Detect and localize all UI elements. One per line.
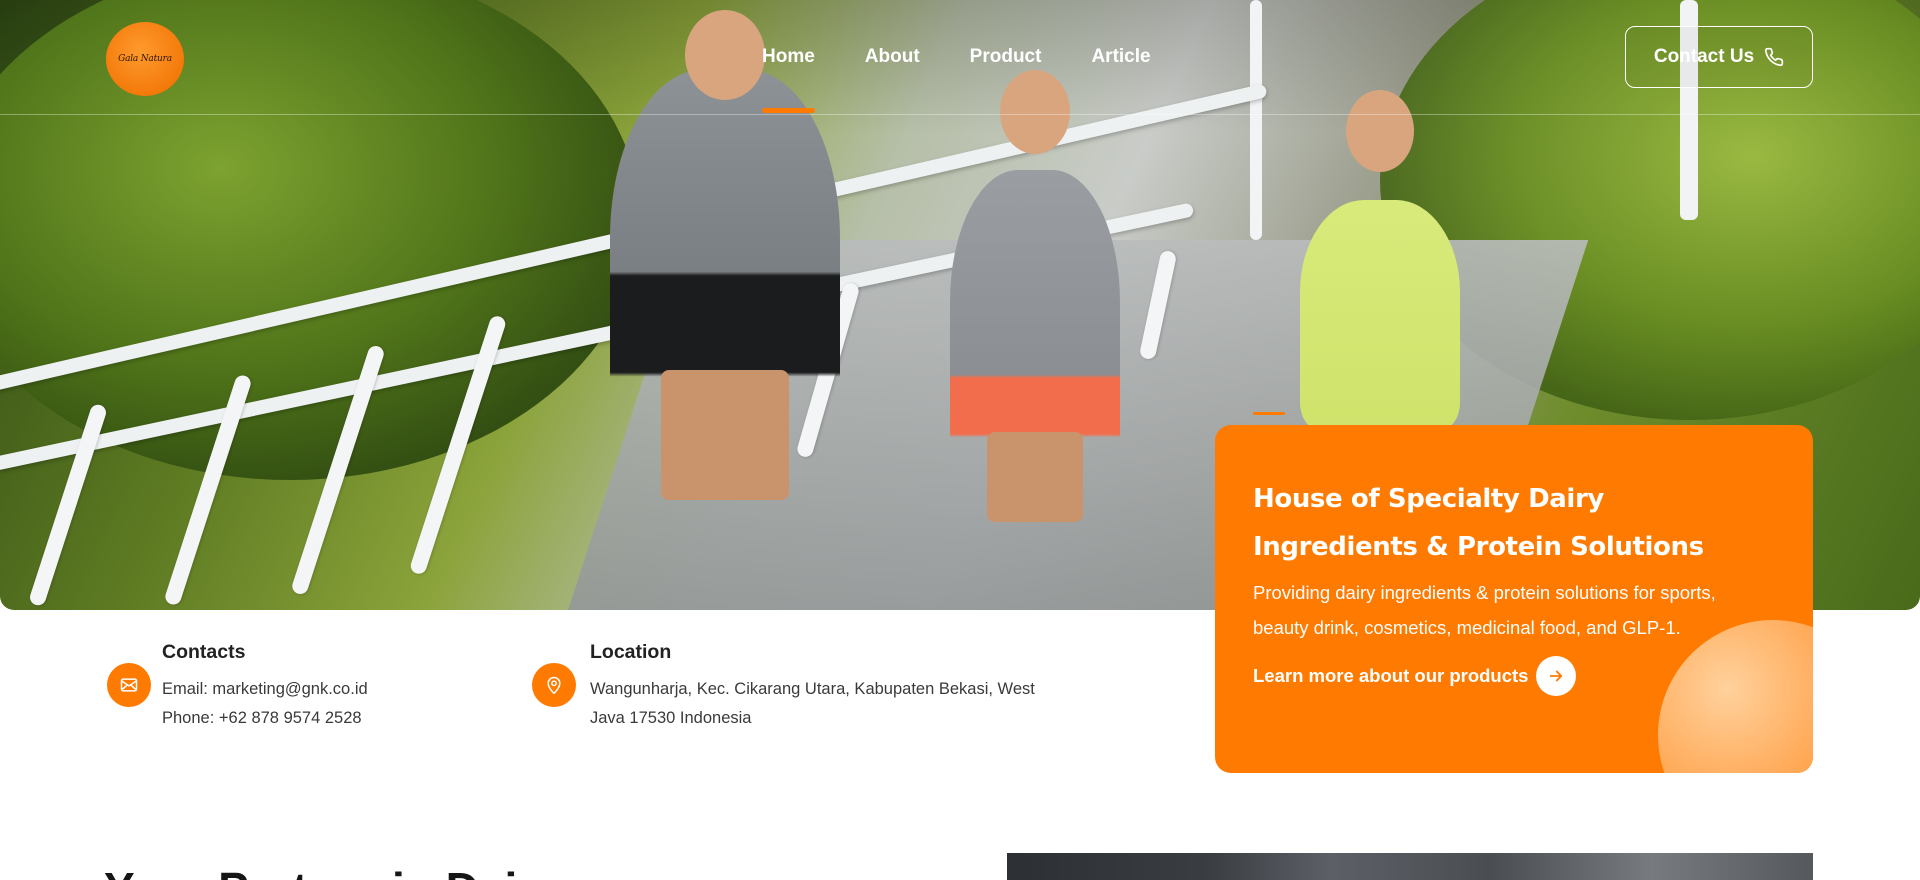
- nav-item-product[interactable]: Product: [970, 46, 1042, 68]
- hero-card-description: Providing dairy ingredients & protein so…: [1253, 582, 1716, 638]
- hero-runner-woman-right: [1300, 90, 1460, 430]
- nav-item-home[interactable]: Home: [762, 46, 815, 113]
- hero-railing-post: [27, 402, 109, 608]
- learn-more-link[interactable]: Learn more about our products: [1253, 656, 1775, 696]
- hero-card-title-line1: House of Specialty Dairy: [1253, 484, 1604, 514]
- hero-card-title-line2: Ingredients & Protein Solutions: [1253, 532, 1704, 562]
- location-address: Wangunharja, Kec. Cikarang Utara, Kabupa…: [590, 675, 1035, 733]
- main-nav: Home About Product Article: [762, 46, 1201, 113]
- location-title: Location: [590, 641, 672, 663]
- location-line2: Java 17530 Indonesia: [590, 709, 752, 727]
- mail-icon: [107, 663, 151, 707]
- location-line1: Wangunharja, Kec. Cikarang Utara, Kabupa…: [590, 680, 1035, 698]
- contact-us-button[interactable]: Contact Us: [1625, 26, 1813, 88]
- contact-email[interactable]: Email: marketing@gnk.co.id: [162, 675, 368, 704]
- arrow-right-icon[interactable]: [1536, 656, 1577, 696]
- slide-indicator[interactable]: [1253, 412, 1285, 415]
- phone-icon: [1764, 47, 1784, 67]
- hero-card-title: House of Specialty Dairy Ingredients & P…: [1253, 475, 1775, 571]
- hero-info-card: House of Specialty Dairy Ingredients & P…: [1215, 425, 1813, 773]
- brand-logo-text: Gala Natura: [118, 54, 172, 64]
- contacts-details: Email: marketing@gnk.co.id Phone: +62 87…: [162, 675, 368, 733]
- contact-us-label: Contact Us: [1653, 46, 1755, 67]
- contacts-title: Contacts: [162, 641, 246, 663]
- next-section-heading: Your Partner in Dairy: [104, 862, 561, 880]
- site-header: Gala Natura Home About Product Article C…: [0, 0, 1920, 115]
- hero-runner-man: [610, 10, 840, 500]
- contact-phone[interactable]: Phone: +62 878 9574 2528: [162, 704, 368, 733]
- nav-item-article[interactable]: Article: [1091, 46, 1150, 68]
- nav-item-about[interactable]: About: [865, 46, 920, 68]
- learn-more-label: Learn more about our products: [1253, 665, 1529, 686]
- next-section-image: [1007, 853, 1813, 880]
- brand-logo[interactable]: Gala Natura: [106, 22, 184, 96]
- hero-runner-woman-center: [950, 70, 1120, 522]
- map-pin-icon: [532, 663, 576, 707]
